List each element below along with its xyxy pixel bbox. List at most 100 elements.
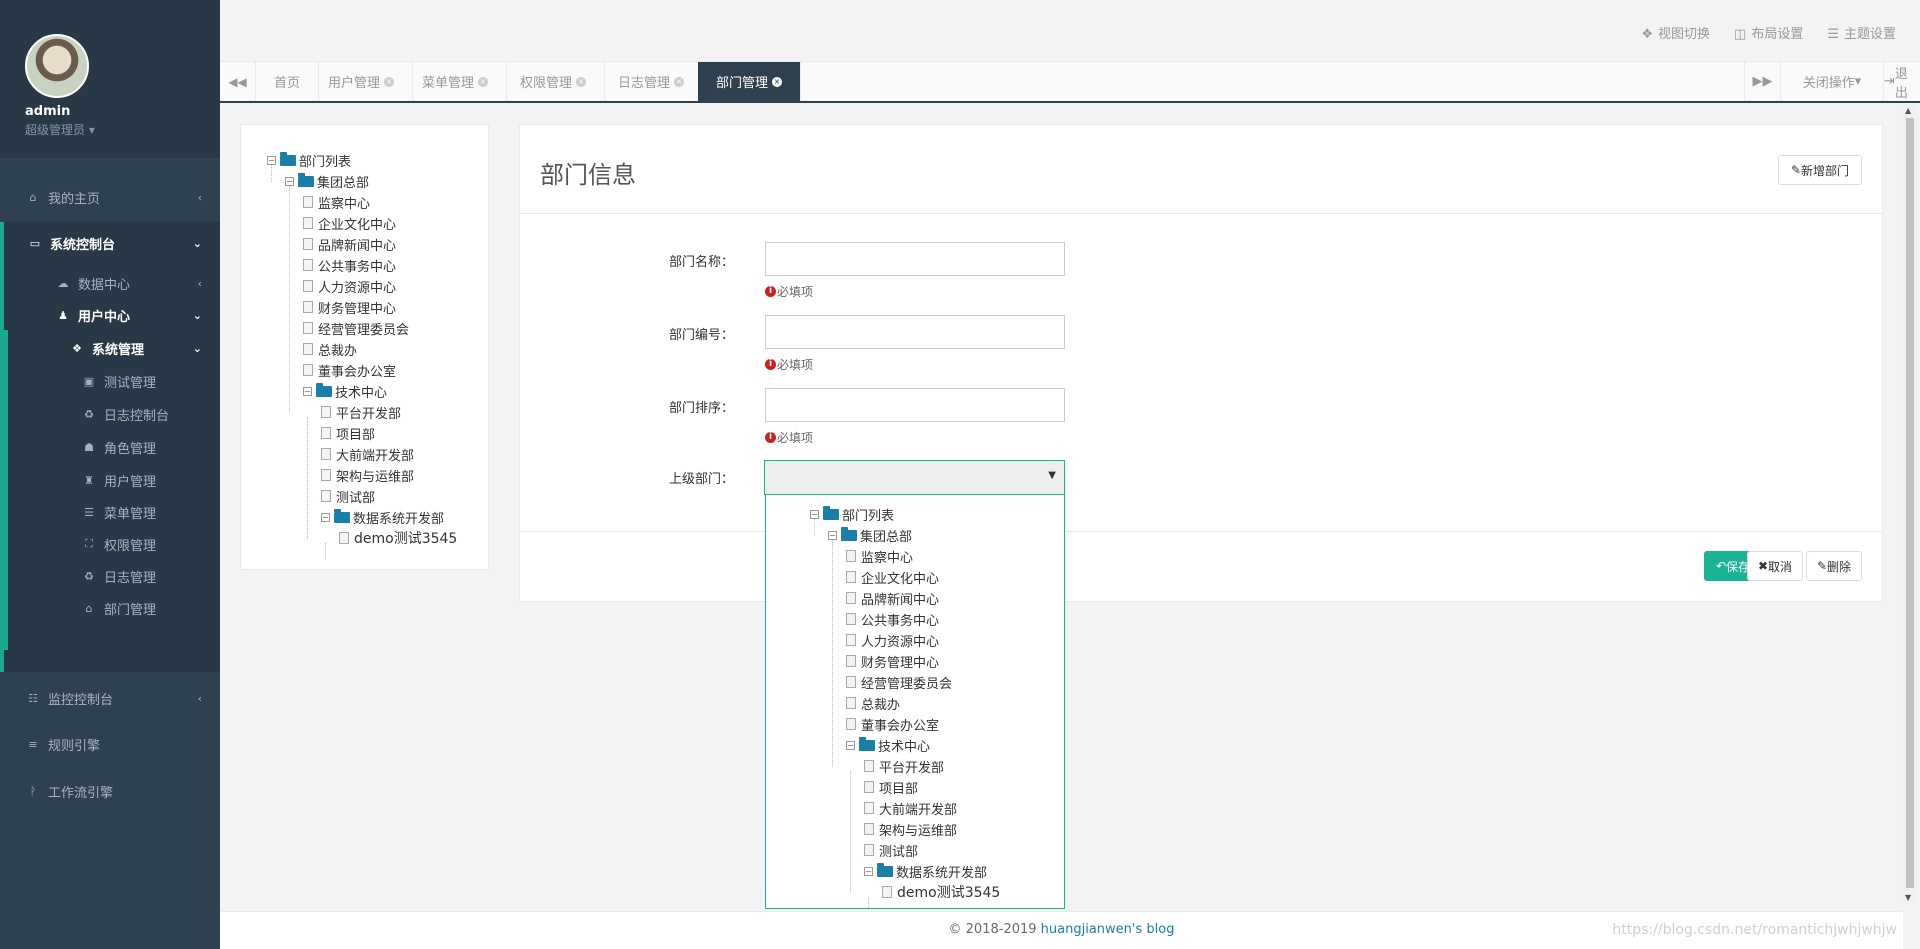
scrollbar-thumb[interactable] bbox=[1906, 118, 1914, 888]
collapse-toggle-icon[interactable]: − bbox=[846, 740, 855, 750]
close-tab-icon[interactable]: × bbox=[576, 76, 587, 87]
collapse-toggle-icon[interactable]: − bbox=[321, 512, 330, 522]
vertical-scrollbar[interactable]: ▲ ▼ bbox=[1903, 104, 1917, 904]
blog-link[interactable]: huangjianwen's blog bbox=[1041, 922, 1175, 937]
add-department-button[interactable]: ✎ 新增部门 bbox=[1778, 155, 1862, 185]
tree-node[interactable]: 公共事务中心 bbox=[303, 256, 396, 275]
tree-node[interactable]: 财务管理中心 bbox=[303, 298, 396, 317]
tree-node[interactable]: − 部门列表 bbox=[267, 151, 351, 170]
tree-node[interactable]: − 部门列表 bbox=[810, 505, 894, 524]
tree-node[interactable]: 测试部 bbox=[321, 487, 375, 506]
sidebar-item[interactable]: ᚹ 工作流引擎 bbox=[0, 771, 220, 811]
sidebar-item[interactable]: ▭ 系统控制台 ⌄ bbox=[0, 223, 220, 263]
tree-node-label: 测试部 bbox=[879, 844, 919, 860]
tree-node[interactable]: 架构与运维部 bbox=[864, 820, 957, 839]
collapse-toggle-icon[interactable]: − bbox=[285, 176, 294, 186]
layout-settings-button[interactable]: ◫ 布局设置 bbox=[1734, 23, 1803, 42]
close-tab-icon[interactable]: × bbox=[674, 76, 685, 87]
tree-node[interactable]: − 数据系统开发部 bbox=[321, 508, 444, 527]
tabs-scroll-left-button[interactable]: ◀◀ bbox=[220, 62, 256, 101]
collapse-toggle-icon[interactable]: − bbox=[267, 155, 276, 165]
tree-node[interactable]: 架构与运维部 bbox=[321, 466, 414, 485]
text-input[interactable] bbox=[765, 315, 1065, 349]
document-icon bbox=[303, 364, 313, 376]
tab-item[interactable]: 日志管理 × bbox=[600, 62, 704, 101]
columns-icon: ◫ bbox=[1734, 27, 1747, 42]
collapse-toggle-icon[interactable]: − bbox=[810, 509, 819, 519]
collapse-toggle-icon[interactable]: − bbox=[303, 386, 312, 396]
document-icon bbox=[321, 448, 331, 460]
tab-item[interactable]: 用户管理 × bbox=[310, 62, 414, 101]
tree-node[interactable]: 项目部 bbox=[321, 424, 375, 443]
collapse-toggle-icon[interactable]: − bbox=[864, 866, 873, 876]
tree-node[interactable]: 人力资源中心 bbox=[303, 277, 396, 296]
delete-button[interactable]: ✎ 删除 bbox=[1806, 551, 1862, 581]
tab-item[interactable]: 权限管理 × bbox=[502, 62, 606, 101]
tree-node[interactable]: − 技术中心 bbox=[846, 736, 930, 755]
tree-node[interactable]: demo测试3545 bbox=[882, 883, 1000, 901]
document-icon bbox=[303, 238, 313, 250]
tree-node[interactable]: − 数据系统开发部 bbox=[864, 862, 987, 881]
tree-node[interactable]: 大前端开发部 bbox=[864, 799, 958, 818]
tabs-scroll-right-button[interactable]: ▶▶ bbox=[1744, 62, 1780, 101]
tree-node[interactable]: 公共事务中心 bbox=[846, 610, 940, 629]
tree-node[interactable]: 品牌新闻中心 bbox=[846, 589, 939, 608]
pencil-icon: ✎ bbox=[1816, 559, 1828, 573]
tab-item[interactable]: 菜单管理 × bbox=[404, 62, 508, 101]
tree-node[interactable]: 平台开发部 bbox=[321, 403, 401, 422]
close-tab-icon[interactable]: × bbox=[772, 76, 783, 87]
user-role-dropdown[interactable]: 超级管理员 ▾ bbox=[25, 121, 220, 138]
logout-button[interactable]: ⇥ 退出 bbox=[1883, 62, 1920, 101]
close-tab-icon[interactable]: × bbox=[384, 76, 395, 87]
tree-node[interactable]: 品牌新闻中心 bbox=[303, 235, 396, 254]
tree-node[interactable]: 总裁办 bbox=[303, 340, 357, 359]
tree-node-label: 公共事务中心 bbox=[861, 613, 940, 629]
tree-node[interactable]: − 集团总部 bbox=[828, 526, 912, 545]
theme-settings-button[interactable]: ☰ 主题设置 bbox=[1827, 23, 1896, 42]
folder-icon bbox=[280, 151, 296, 166]
sidebar-item[interactable]: ☷ 监控控制台 ‹ bbox=[0, 678, 220, 718]
view-switch-button[interactable]: ❖ 视图切换 bbox=[1641, 23, 1710, 42]
tree-node-label: 监察中心 bbox=[861, 550, 914, 566]
text-input[interactable] bbox=[765, 242, 1065, 276]
list-icon: ☰ bbox=[1827, 27, 1839, 42]
tree-node[interactable]: 董事会办公室 bbox=[846, 715, 939, 734]
scroll-up-arrow[interactable]: ▲ bbox=[1905, 106, 1911, 115]
close-operations-dropdown[interactable]: 关闭操作 ▾ bbox=[1780, 62, 1883, 101]
avatar[interactable] bbox=[25, 34, 89, 98]
tree-node[interactable]: 平台开发部 bbox=[864, 757, 944, 776]
tree-node[interactable]: 人力资源中心 bbox=[846, 631, 939, 650]
tree-node[interactable]: 企业文化中心 bbox=[846, 568, 939, 587]
tree-node[interactable]: 财务管理中心 bbox=[846, 652, 939, 671]
text-input[interactable] bbox=[765, 388, 1065, 422]
tree-node[interactable]: 经营管理委员会 bbox=[846, 673, 952, 692]
collapse-toggle-icon[interactable]: − bbox=[828, 530, 837, 540]
sidebar-item[interactable]: ≡ 规则引擎 bbox=[0, 724, 220, 764]
tree-node[interactable]: 监察中心 bbox=[303, 193, 370, 212]
close-tab-icon[interactable]: × bbox=[478, 76, 489, 87]
tree-node[interactable]: 测试部 bbox=[864, 841, 919, 860]
info-icon: i bbox=[765, 286, 776, 297]
tree-node[interactable]: 大前端开发部 bbox=[321, 445, 414, 464]
cancel-button[interactable]: ✖ 取消 bbox=[1747, 551, 1803, 581]
tree-node[interactable]: demo测试3545 bbox=[339, 529, 457, 547]
database-icon: ≡ bbox=[28, 737, 38, 751]
tree-node-label: 大前端开发部 bbox=[879, 802, 958, 818]
sidebar-item[interactable]: ⌂ 我的主页 ‹ bbox=[0, 177, 220, 217]
top-navbar: ❖ 视图切换 ◫ 布局设置 ☰ 主题设置 bbox=[220, 0, 1920, 62]
tree-node[interactable]: 总裁办 bbox=[846, 694, 900, 713]
tree-node[interactable]: − 技术中心 bbox=[303, 382, 387, 401]
tree-node[interactable]: − 集团总部 bbox=[285, 172, 369, 191]
tree-node[interactable]: 企业文化中心 bbox=[303, 214, 396, 233]
parent-department-select[interactable]: ▼ bbox=[764, 460, 1065, 495]
scroll-down-arrow[interactable]: ▼ bbox=[1905, 893, 1911, 902]
tab-item[interactable]: 部门管理 × bbox=[698, 62, 802, 101]
department-tree-panel: − 部门列表 − 集团总部监察中心企业文化中心 品牌新闻中心 公共事务中心 人力资源中心 财务… bbox=[240, 124, 489, 570]
cloud-icon: ☁ bbox=[57, 276, 69, 290]
tree-node[interactable]: 经营管理委员会 bbox=[303, 319, 409, 338]
tree-node[interactable]: 项目部 bbox=[864, 778, 918, 797]
tree-node[interactable]: 监察中心 bbox=[846, 547, 914, 566]
sidebar-item[interactable]: ⌂ 部门管理 bbox=[0, 588, 220, 628]
tree-node[interactable]: 董事会办公室 bbox=[303, 361, 396, 380]
document-icon bbox=[864, 760, 874, 772]
